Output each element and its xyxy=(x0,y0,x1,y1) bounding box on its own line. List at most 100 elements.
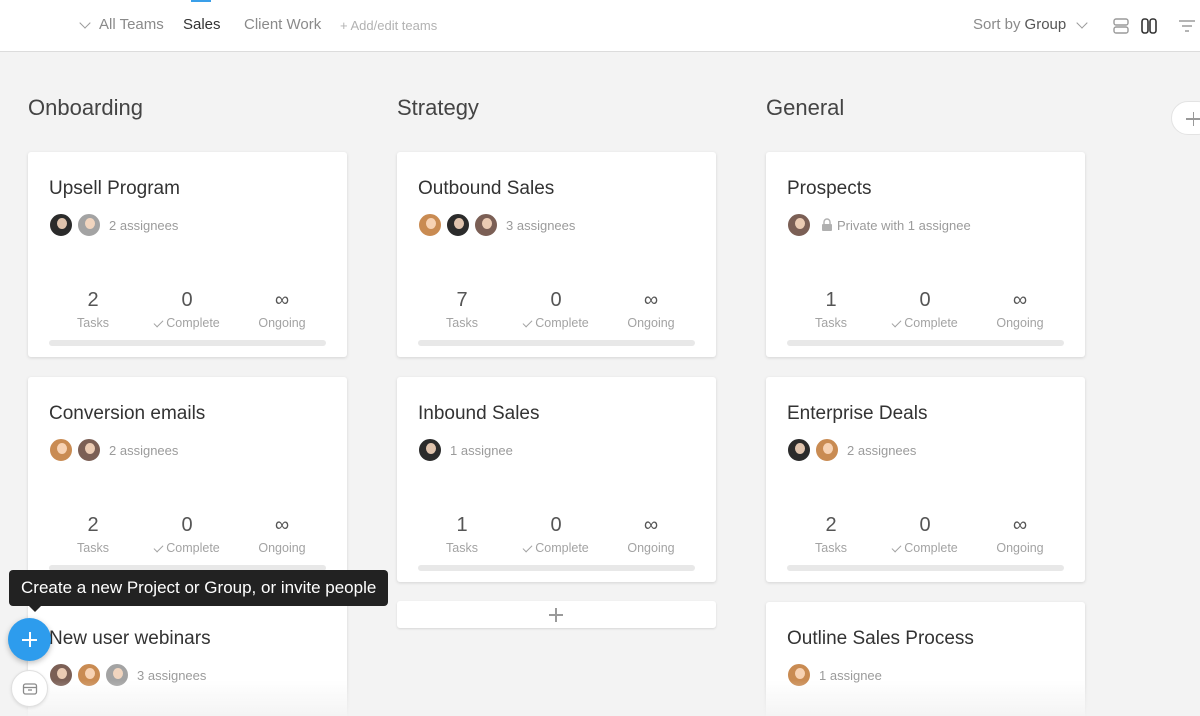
complete-label: Complete xyxy=(142,541,232,555)
ongoing-label: Ongoing xyxy=(996,316,1044,330)
stat-complete: 0 Complete xyxy=(880,288,970,330)
add-edit-teams-link[interactable]: + Add/edit teams xyxy=(340,18,437,33)
tasks-count: 2 xyxy=(87,514,99,536)
assignee-count: 1 assignee xyxy=(819,667,882,683)
assignee-count: Private with 1 assignee xyxy=(837,217,971,233)
tasks-label: Tasks xyxy=(77,541,109,555)
ongoing-label: Ongoing xyxy=(996,541,1044,555)
assignee-count: 2 assignees xyxy=(109,442,179,458)
assignee-count: 3 assignees xyxy=(137,667,207,683)
ongoing-count: ∞ xyxy=(1012,514,1028,536)
stat-complete: 0 Complete xyxy=(142,513,232,555)
sort-dropdown[interactable]: Sort by Group xyxy=(973,16,1088,33)
ongoing-label: Ongoing xyxy=(258,541,306,555)
card-assignees: 2 assignees xyxy=(787,438,916,462)
stat-tasks: 2 Tasks xyxy=(786,513,876,555)
tab-sales[interactable]: Sales xyxy=(183,16,221,33)
chevron-down-icon xyxy=(1076,16,1088,29)
avatar xyxy=(474,213,498,237)
stat-ongoing: ∞ Ongoing xyxy=(975,288,1065,330)
stat-tasks: 2 Tasks xyxy=(48,513,138,555)
ongoing-label: Ongoing xyxy=(258,316,306,330)
ongoing-count: ∞ xyxy=(643,289,659,311)
card-title: Prospects xyxy=(787,178,872,199)
avatar xyxy=(815,438,839,462)
column-title-general: General xyxy=(766,95,845,120)
check-icon xyxy=(891,542,902,553)
stat-tasks: 1 Tasks xyxy=(417,513,507,555)
tasks-label: Tasks xyxy=(77,316,109,330)
create-new-button[interactable] xyxy=(8,618,51,661)
project-card-conversion-emails[interactable]: Conversion emails 2 assignees 2 Tasks 0 … xyxy=(28,377,347,582)
list-view-icon[interactable] xyxy=(1112,17,1130,35)
stat-ongoing: ∞ Ongoing xyxy=(606,513,696,555)
active-tab-indicator xyxy=(191,0,211,2)
stat-ongoing: ∞ Ongoing xyxy=(237,288,327,330)
stat-ongoing: ∞ Ongoing xyxy=(606,288,696,330)
create-tooltip: Create a new Project or Group, or invite… xyxy=(9,570,389,612)
lock-icon xyxy=(822,218,832,231)
project-card-outbound-sales[interactable]: Outbound Sales 3 assignees 7 Tasks 0 Com… xyxy=(397,152,716,357)
add-project-button[interactable] xyxy=(397,601,716,628)
ongoing-count: ∞ xyxy=(1012,289,1028,311)
card-title: Conversion emails xyxy=(49,403,206,424)
avatar xyxy=(446,213,470,237)
stat-complete: 0 Complete xyxy=(142,288,232,330)
filter-icon[interactable] xyxy=(1178,17,1196,35)
check-icon xyxy=(522,317,533,328)
check-icon xyxy=(153,542,164,553)
column-title-strategy: Strategy xyxy=(397,95,479,120)
complete-label: Complete xyxy=(142,316,232,330)
stat-tasks: 7 Tasks xyxy=(417,288,507,330)
assignee-count: 2 assignees xyxy=(109,217,179,233)
card-title: Inbound Sales xyxy=(418,403,540,424)
card-title: Outline Sales Process xyxy=(787,628,974,649)
stat-complete: 0 Complete xyxy=(511,513,601,555)
ongoing-label: Ongoing xyxy=(627,541,675,555)
project-card-outline-sales-process[interactable]: Outline Sales Process 1 assignee xyxy=(766,602,1085,716)
column-title-onboarding: Onboarding xyxy=(28,95,143,120)
chevron-down-icon xyxy=(79,16,91,29)
ongoing-count: ∞ xyxy=(274,289,290,311)
complete-count: 0 xyxy=(181,289,193,311)
complete-count: 0 xyxy=(181,514,193,536)
complete-label: Complete xyxy=(511,541,601,555)
avatar xyxy=(418,213,442,237)
card-assignees: 1 assignee xyxy=(418,438,513,462)
complete-label: Complete xyxy=(880,541,970,555)
complete-count: 0 xyxy=(550,514,562,536)
archive-button[interactable] xyxy=(11,670,48,707)
stat-complete: 0 Complete xyxy=(880,513,970,555)
team-switcher[interactable]: All Teams xyxy=(78,16,164,33)
tasks-count: 2 xyxy=(87,289,99,311)
tasks-count: 2 xyxy=(825,514,837,536)
avatar xyxy=(49,438,73,462)
assignee-count: 1 assignee xyxy=(450,442,513,458)
add-group-button[interactable] xyxy=(1171,101,1200,135)
progress-bar xyxy=(49,340,326,346)
avatar xyxy=(787,438,811,462)
project-card-new-user-webinars[interactable]: New user webinars 3 assignees xyxy=(28,602,347,716)
ongoing-label: Ongoing xyxy=(627,316,675,330)
card-title: Enterprise Deals xyxy=(787,403,928,424)
complete-label-text: Complete xyxy=(535,541,589,555)
board-view-icon[interactable] xyxy=(1140,17,1158,35)
card-assignees: 3 assignees xyxy=(49,663,206,687)
avatar xyxy=(49,663,73,687)
archive-icon xyxy=(22,683,38,695)
project-card-enterprise-deals[interactable]: Enterprise Deals 2 assignees 2 Tasks 0 C… xyxy=(766,377,1085,582)
project-card-prospects[interactable]: Prospects Private with 1 assignee 1 Task… xyxy=(766,152,1085,357)
complete-label-text: Complete xyxy=(166,541,220,555)
project-card-upsell-program[interactable]: Upsell Program 2 assignees 2 Tasks 0 Com… xyxy=(28,152,347,357)
stat-complete: 0 Complete xyxy=(511,288,601,330)
top-bar: All Teams Sales Client Work + Add/edit t… xyxy=(0,0,1200,52)
complete-count: 0 xyxy=(550,289,562,311)
stat-tasks: 1 Tasks xyxy=(786,288,876,330)
tab-client-work[interactable]: Client Work xyxy=(244,16,321,33)
card-assignees: 1 assignee xyxy=(787,663,882,687)
complete-count: 0 xyxy=(919,289,931,311)
tasks-label: Tasks xyxy=(446,541,478,555)
card-assignees: 3 assignees xyxy=(418,213,575,237)
project-card-inbound-sales[interactable]: Inbound Sales 1 assignee 1 Tasks 0 Compl… xyxy=(397,377,716,582)
check-icon xyxy=(153,317,164,328)
